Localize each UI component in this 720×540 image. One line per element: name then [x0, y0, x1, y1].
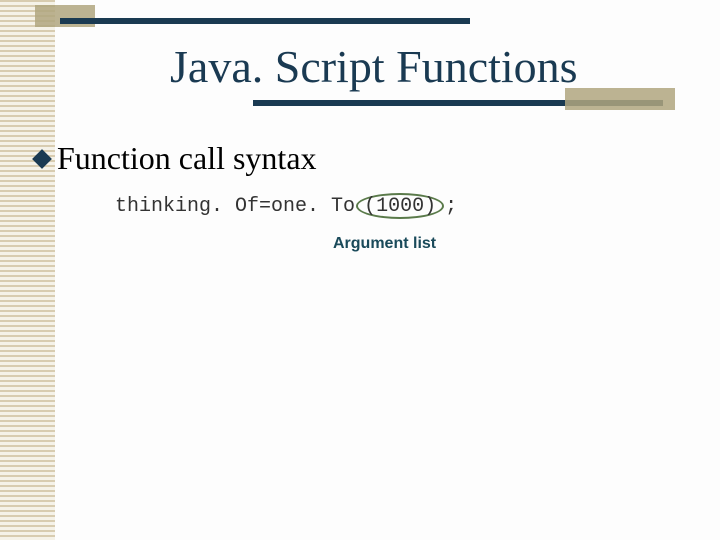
code-function-name: one. To — [271, 195, 355, 218]
code-equals: = — [259, 195, 271, 218]
code-lhs: thinking. Of — [115, 195, 259, 218]
code-example: thinking. Of = one. To (1000) ; — [115, 193, 457, 219]
diamond-bullet-icon — [32, 149, 52, 169]
slide-title: Java. Script Functions — [170, 40, 578, 93]
argument-highlight-oval: (1000) — [356, 193, 444, 219]
code-semicolon: ; — [445, 195, 457, 218]
bullet-text: Function call syntax — [57, 140, 317, 177]
annotation-label: Argument list — [333, 235, 436, 253]
decorative-left-stripes — [0, 0, 55, 540]
bullet-item: Function call syntax — [35, 140, 317, 177]
header-rule-top — [60, 18, 470, 24]
code-arguments: (1000) — [364, 195, 436, 218]
decorative-tab-right — [565, 88, 675, 110]
